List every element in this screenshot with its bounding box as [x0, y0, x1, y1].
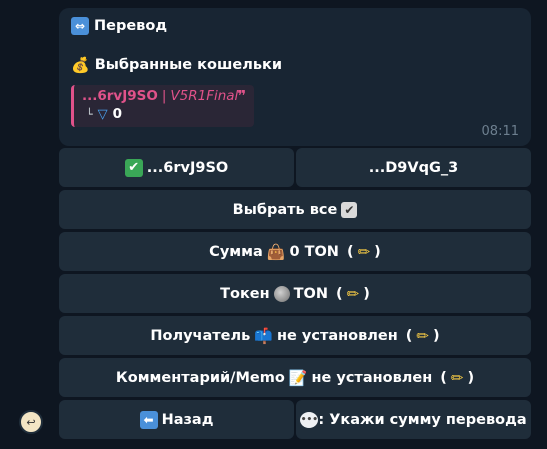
- wallet-1-button[interactable]: ✔ ...6rvJ9SO: [59, 148, 294, 187]
- coin-icon: [273, 285, 290, 302]
- avatar[interactable]: ↩: [19, 410, 43, 434]
- back-label: Назад: [161, 411, 214, 428]
- memo-icon: 📝: [288, 368, 308, 387]
- checkbox-icon: ✔: [341, 201, 358, 218]
- wallet-quote: ...6rvJ9SO | V5R1Final ❞ └ ▽ 0: [71, 85, 254, 127]
- comment-value: не установлен: [311, 369, 433, 386]
- token-button[interactable]: Токен TON ( ✏ ): [59, 274, 531, 313]
- paren-open: (: [336, 285, 343, 302]
- paren-open: (: [440, 369, 447, 386]
- mailbox-icon: 📫: [254, 326, 273, 345]
- paren-open: (: [405, 327, 413, 344]
- back-button[interactable]: ⬅ Назад: [59, 400, 294, 439]
- quote-mark-icon: ❞: [237, 87, 246, 105]
- comment-prefix: Комментарий/Memo: [115, 369, 285, 386]
- quote-balance: 0: [112, 106, 123, 122]
- recipient-value: не установлен: [277, 327, 398, 344]
- wallet-1-label: ...6rvJ9SO: [146, 159, 229, 176]
- message-title: Перевод: [94, 18, 168, 34]
- token-prefix: Токен: [220, 285, 270, 302]
- pencil-icon: ✏: [450, 368, 464, 387]
- token-value: TON: [293, 285, 329, 302]
- paren-close: ): [467, 369, 475, 386]
- check-mark-icon: ✔: [124, 158, 143, 177]
- quote-version: V5R1Final: [170, 88, 239, 104]
- pencil-icon: ✏: [357, 242, 371, 261]
- message-time: 08:11: [481, 124, 519, 139]
- recipient-prefix: Получатель: [150, 327, 251, 344]
- amount-value: 0 TON: [289, 243, 339, 260]
- paren-close: ): [363, 285, 370, 302]
- paren-close: ): [432, 327, 440, 344]
- amount-prefix: Сумма: [209, 243, 263, 260]
- message-title-row: ⇔ Перевод: [71, 17, 167, 35]
- wallet-quote-header: ...6rvJ9SO | V5R1Final: [82, 88, 254, 104]
- select-all-button[interactable]: Выбрать все ✔: [59, 190, 531, 229]
- reply-arrow-icon: ↩: [26, 415, 36, 429]
- message-bubble: ⇔ Перевод 💰 Выбранные кошельки ...6rvJ9S…: [59, 8, 531, 146]
- wallet-2-button[interactable]: ...D9VqG_3: [296, 148, 531, 187]
- corner-glyph: └: [86, 107, 93, 121]
- amount-button[interactable]: Сумма 👜 0 TON ( ✏ ): [59, 232, 531, 271]
- quote-separator: |: [161, 88, 167, 104]
- wallet-2-label: ...D9VqG_3: [368, 159, 459, 176]
- back-arrow-icon: ⬅: [139, 410, 158, 429]
- wallet-quote-balance: └ ▽ 0: [82, 106, 254, 122]
- handbag-icon: 👜: [266, 242, 286, 261]
- left-right-arrow-icon: ⇔: [71, 17, 89, 35]
- paren-close: ): [374, 243, 381, 260]
- pencil-icon: ✏: [416, 326, 429, 345]
- paren-open: (: [346, 243, 354, 260]
- hint-label: : Укажи сумму перевода: [318, 411, 527, 428]
- speech-bubble-icon: •••: [300, 411, 319, 428]
- hint-button[interactable]: ••• : Укажи сумму перевода: [296, 400, 531, 439]
- select-all-label: Выбрать все: [232, 201, 338, 218]
- ton-icon: ▽: [97, 106, 108, 122]
- comment-button[interactable]: Комментарий/Memo 📝 не установлен ( ✏ ): [59, 358, 531, 397]
- quote-address: ...6rvJ9SO: [82, 88, 158, 104]
- recipient-button[interactable]: Получатель 📫 не установлен ( ✏ ): [59, 316, 531, 355]
- wallets-heading-row: 💰 Выбранные кошельки: [71, 56, 282, 74]
- money-bag-icon: 💰: [71, 56, 90, 74]
- pencil-icon: ✏: [346, 284, 360, 303]
- wallets-heading: Выбранные кошельки: [94, 57, 282, 73]
